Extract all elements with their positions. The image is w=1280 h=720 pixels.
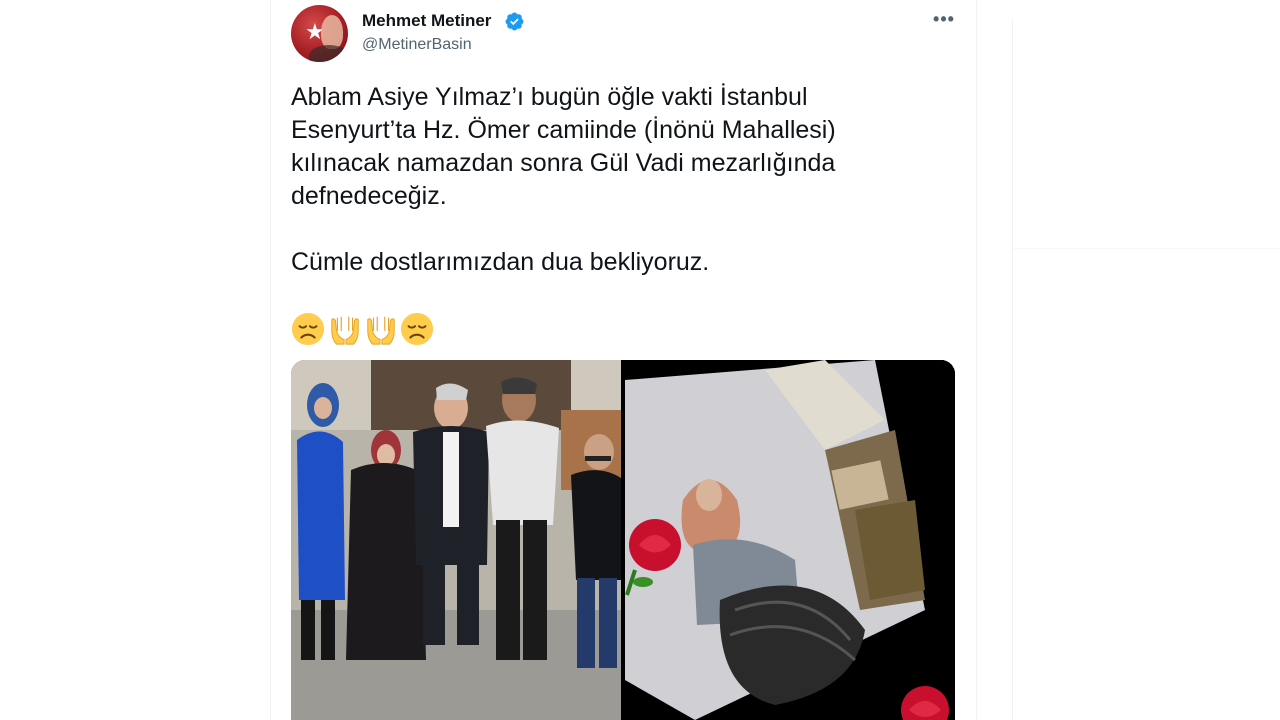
more-options-button[interactable]: ••• bbox=[928, 8, 960, 34]
tweet-paragraph: Ablam Asiye Yılmaz’ı bugün öğle vakti İs… bbox=[291, 83, 836, 210]
disappointed-face-icon bbox=[291, 312, 325, 346]
author-avatar[interactable]: ★ bbox=[291, 5, 348, 62]
tweet-photo-group[interactable] bbox=[291, 360, 621, 720]
disappointed-face-icon bbox=[400, 312, 434, 346]
tweet-media-grid bbox=[291, 360, 955, 720]
right-sidebar bbox=[1012, 20, 1280, 720]
author-handle[interactable]: @MetinerBasin bbox=[362, 36, 472, 54]
palms-up-together-icon bbox=[367, 316, 395, 345]
sidebar-divider bbox=[1013, 248, 1280, 249]
tweet-photo-portrait[interactable] bbox=[625, 360, 955, 720]
palms-up-together-icon bbox=[331, 316, 359, 345]
tweet-text: Ablam Asiye Yılmaz’ı bugün öğle vakti İs… bbox=[291, 81, 931, 279]
author-display-name[interactable]: Mehmet Metiner bbox=[362, 11, 491, 31]
tweet-card: ★ Mehmet Metiner @MetinerBasin ••• Ablam… bbox=[270, 0, 977, 720]
tweet-paragraph: Cümle dostlarımızdan dua bekliyoruz. bbox=[291, 248, 710, 276]
verified-badge-icon bbox=[505, 12, 524, 31]
